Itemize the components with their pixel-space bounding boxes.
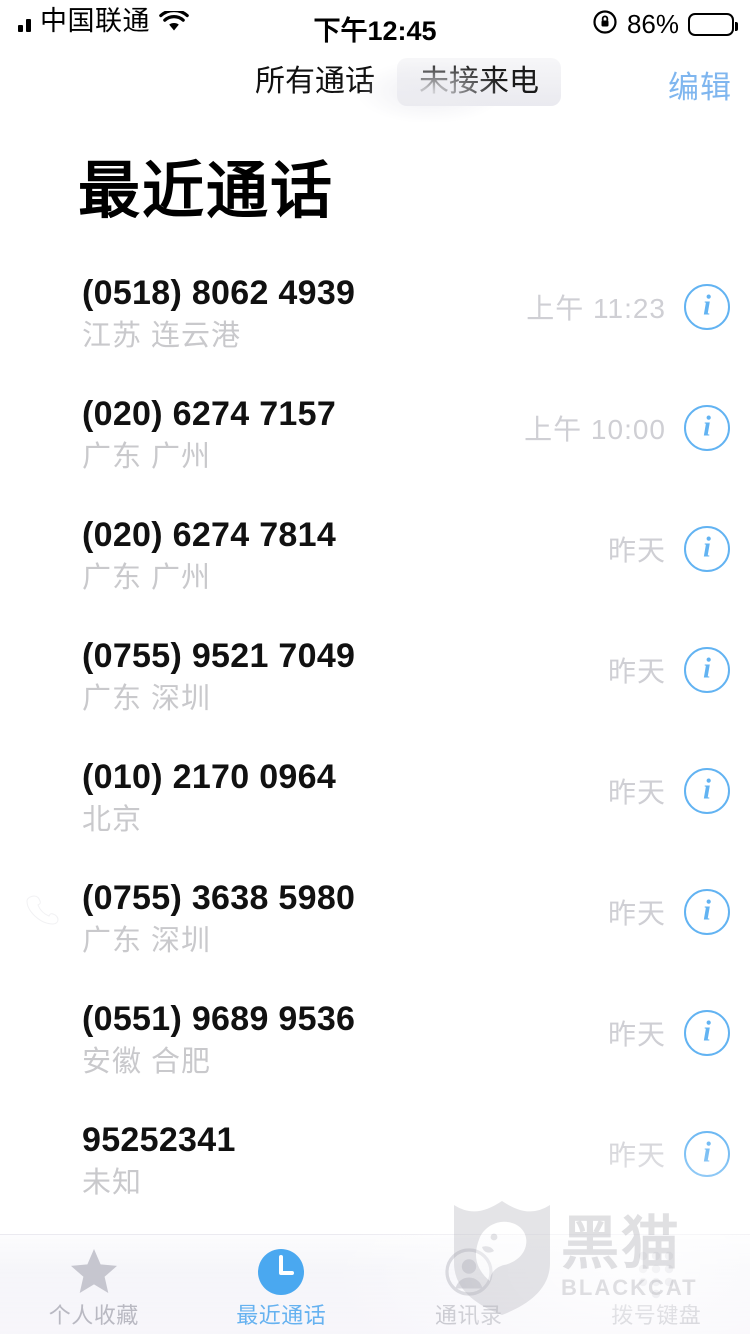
table-row[interactable]: (0755) 3638 5980 广东 深圳 昨天 i	[0, 867, 750, 988]
call-time: 上午 11:23	[526, 293, 666, 324]
call-location: 广东 深圳	[82, 682, 212, 715]
status-bar-right: 86%	[592, 9, 738, 40]
table-row[interactable]: (0518) 8062 4939 江苏 连云港 上午 11:23 i	[0, 262, 750, 383]
info-icon[interactable]: i	[684, 405, 730, 451]
call-row-texts: (0755) 9521 7049 广东 深圳	[82, 635, 355, 719]
call-row-texts: 95252341 未知	[82, 1119, 236, 1203]
call-location: 江苏 连云港	[82, 319, 242, 352]
tab-favorites[interactable]: 个人收藏	[0, 1235, 188, 1327]
call-row-texts: (0551) 9689 9536 安徽 合肥	[82, 998, 355, 1082]
call-number: (0551) 9689 9536	[82, 1000, 356, 1038]
tab-label-favorites: 个人收藏	[48, 1303, 139, 1328]
segment-missed-calls[interactable]: 未接来电	[397, 58, 561, 106]
rotation-lock-icon	[592, 9, 618, 40]
call-time: 上午 10:00	[524, 414, 666, 445]
segment-all-calls[interactable]: 所有通话	[233, 58, 397, 106]
info-icon[interactable]: i	[684, 526, 730, 572]
table-row[interactable]: 95252341 未知 昨天 i	[0, 1109, 750, 1230]
call-row-texts: (0755) 3638 5980 广东 深圳	[82, 877, 355, 961]
battery-percent-label: 86%	[626, 9, 679, 39]
info-icon[interactable]: i	[684, 647, 730, 693]
table-row[interactable]: (020) 6274 7157 广东 广州 上午 10:00 i	[0, 383, 750, 504]
info-icon[interactable]: i	[684, 768, 730, 814]
table-row[interactable]: (0755) 9521 7049 广东 深圳 昨天 i	[0, 625, 750, 746]
tab-recents[interactable]: 最近通话	[188, 1235, 376, 1327]
call-time: 昨天	[607, 777, 666, 808]
table-row[interactable]: (020) 6274 7814 广东 广州 昨天 i	[0, 504, 750, 625]
call-row-texts: (0518) 8062 4939 江苏 连云港	[82, 272, 355, 356]
calls-filter-segmented-control[interactable]: 所有通话 未接来电	[233, 58, 561, 106]
call-row-right: 昨天 i	[608, 526, 730, 572]
info-icon[interactable]: i	[684, 284, 730, 330]
call-location: 未知	[82, 1166, 143, 1199]
call-row-right: 昨天 i	[608, 1131, 730, 1177]
clock-icon	[254, 1245, 308, 1299]
tab-contacts[interactable]: 通讯录	[375, 1235, 563, 1327]
call-time: 昨天	[607, 1019, 666, 1050]
call-row-texts: (020) 6274 7157 广东 广州	[82, 393, 336, 477]
info-icon[interactable]: i	[684, 1010, 730, 1056]
call-row-texts: (010) 2170 0964 北京	[82, 756, 336, 840]
phone-handset-icon	[26, 891, 60, 925]
battery-icon	[688, 13, 738, 36]
tab-label-contacts: 通讯录	[434, 1303, 503, 1328]
info-icon[interactable]: i	[684, 889, 730, 935]
keypad-icon	[629, 1245, 683, 1299]
status-bar: 中国联通 下午12:45 86%	[0, 0, 750, 52]
call-number: 95252341	[82, 1121, 236, 1159]
tab-label-recents: 最近通话	[236, 1303, 327, 1328]
call-number: (020) 6274 7814	[82, 516, 337, 554]
call-row-texts: (020) 6274 7814 广东 广州	[82, 514, 336, 598]
call-location: 广东 广州	[82, 440, 212, 473]
call-time: 昨天	[607, 535, 666, 566]
edit-button[interactable]: 编辑	[668, 62, 732, 107]
recent-calls-list: (0518) 8062 4939 江苏 连云港 上午 11:23 i (020)…	[0, 262, 750, 1230]
nav-bar: 所有通话 未接来电 编辑	[0, 58, 750, 118]
call-location: 广东 广州	[82, 561, 212, 594]
call-location: 安徽 合肥	[82, 1045, 212, 1078]
info-icon[interactable]: i	[684, 1131, 730, 1177]
call-number: (0755) 3638 5980	[82, 879, 356, 917]
page-title: 最近通话	[78, 157, 335, 226]
call-number: (010) 2170 0964	[82, 758, 337, 796]
call-row-right: 昨天 i	[608, 1010, 730, 1056]
table-row[interactable]: (010) 2170 0964 北京 昨天 i	[0, 746, 750, 867]
call-location: 广东 深圳	[82, 924, 212, 957]
call-row-right: 昨天 i	[608, 768, 730, 814]
star-icon	[67, 1245, 121, 1299]
call-location: 北京	[82, 803, 143, 836]
tab-keypad[interactable]: 拨号键盘	[563, 1235, 750, 1327]
phone-screen: 中国联通 下午12:45 86% 所有通话 未接来电 编辑 最近通话 (0518…	[0, 0, 750, 1334]
call-number: (0518) 8062 4939	[82, 274, 356, 312]
call-row-right: 上午 11:23 i	[526, 284, 730, 330]
call-time: 昨天	[607, 898, 666, 929]
call-row-right: 昨天 i	[608, 889, 730, 935]
tab-label-keypad: 拨号键盘	[611, 1303, 702, 1328]
call-row-right: 上午 10:00 i	[524, 405, 730, 451]
call-time: 昨天	[607, 1140, 666, 1171]
tab-bar: 个人收藏 最近通话 通讯录 拨号键盘	[0, 1234, 750, 1334]
call-number: (020) 6274 7157	[82, 395, 337, 433]
person-circle-icon	[442, 1245, 496, 1299]
call-number: (0755) 9521 7049	[82, 637, 356, 675]
table-row[interactable]: (0551) 9689 9536 安徽 合肥 昨天 i	[0, 988, 750, 1109]
call-time: 昨天	[607, 656, 666, 687]
call-row-right: 昨天 i	[608, 647, 730, 693]
